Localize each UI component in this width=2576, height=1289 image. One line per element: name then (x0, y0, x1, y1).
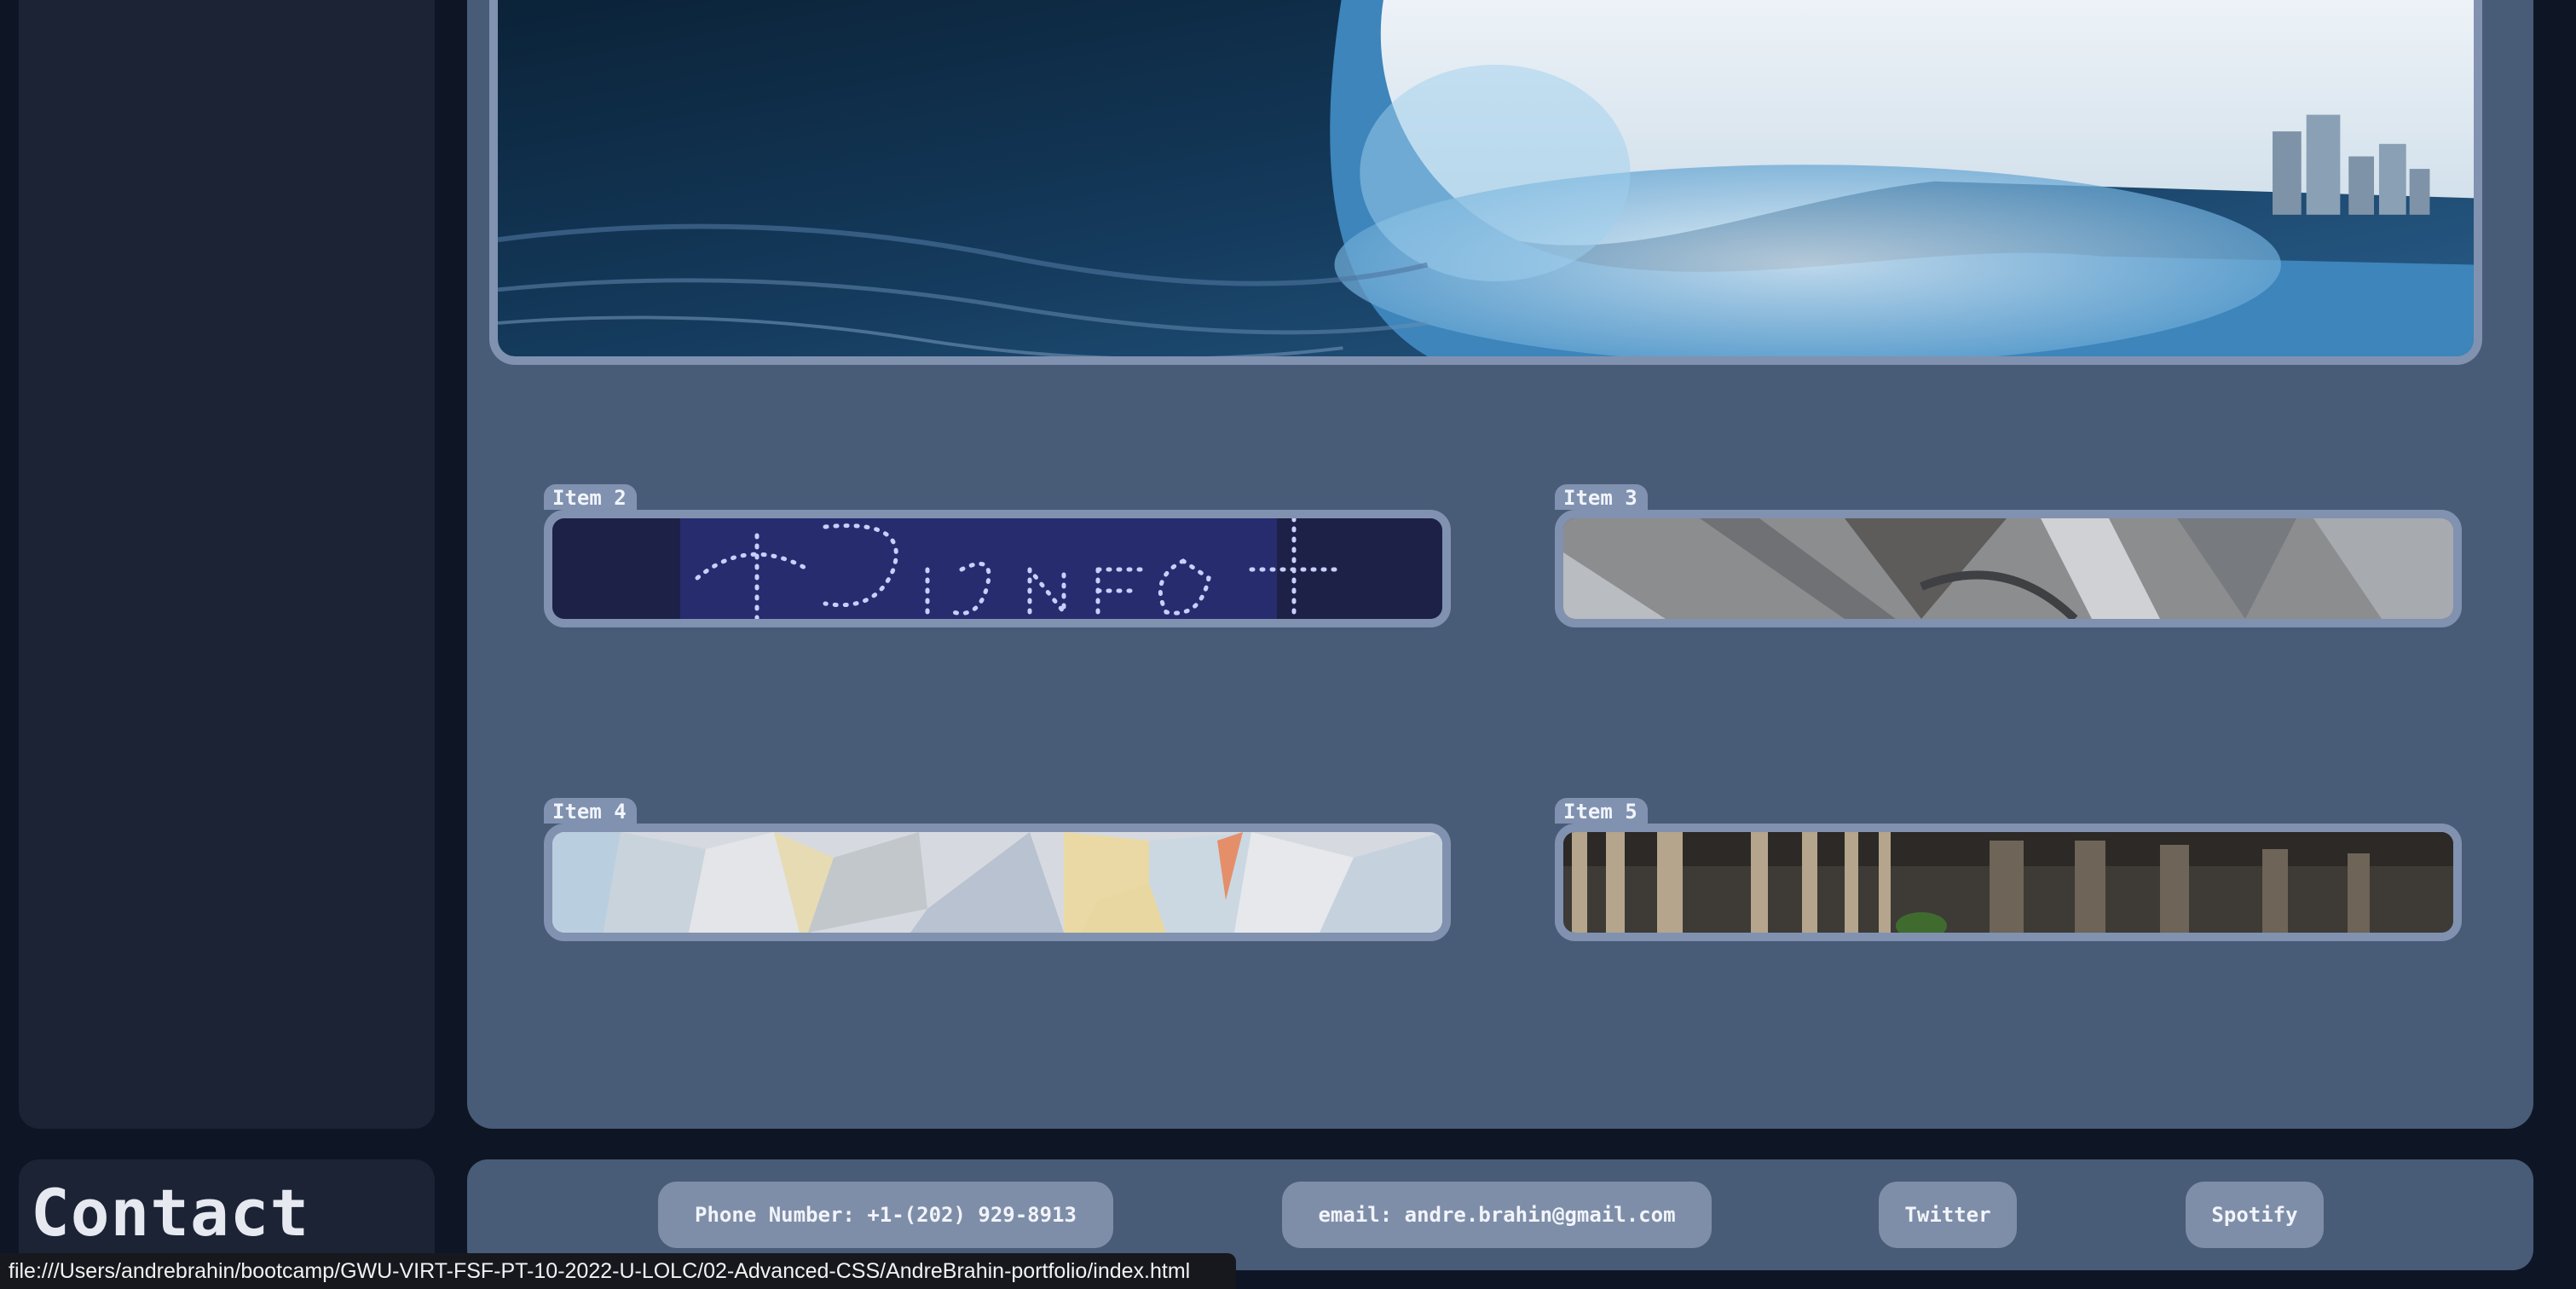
item-3-label: Item 3 (1555, 484, 1648, 510)
main-content: Item 2 Item 3 Item 4 Item 5 (467, 0, 2533, 1129)
sidebar (19, 0, 435, 1129)
item-4-label: Item 4 (544, 798, 637, 824)
item-5-label: Item 5 (1555, 798, 1648, 824)
spotify-link[interactable]: Spotify (2186, 1182, 2324, 1248)
contact-heading: Contact (31, 1175, 310, 1251)
item-2-image[interactable] (544, 510, 1451, 627)
browser-status-url: file:///Users/andrebrahin/bootcamp/GWU-V… (0, 1253, 1236, 1289)
item-3-image[interactable] (1555, 510, 2462, 627)
item-4-image[interactable] (544, 824, 1451, 941)
item-2-label: Item 2 (544, 484, 637, 510)
hero-wave-image (489, 0, 2482, 365)
page: Item 2 Item 3 Item 4 Item 5 Contact Phon… (0, 0, 2576, 1289)
item-5-image[interactable] (1555, 824, 2462, 941)
twitter-link[interactable]: Twitter (1879, 1182, 2017, 1248)
email-link[interactable]: email: andre.brahin@gmail.com (1282, 1182, 1712, 1248)
phone-link[interactable]: Phone Number: +1-(202) 929-8913 (658, 1182, 1113, 1248)
